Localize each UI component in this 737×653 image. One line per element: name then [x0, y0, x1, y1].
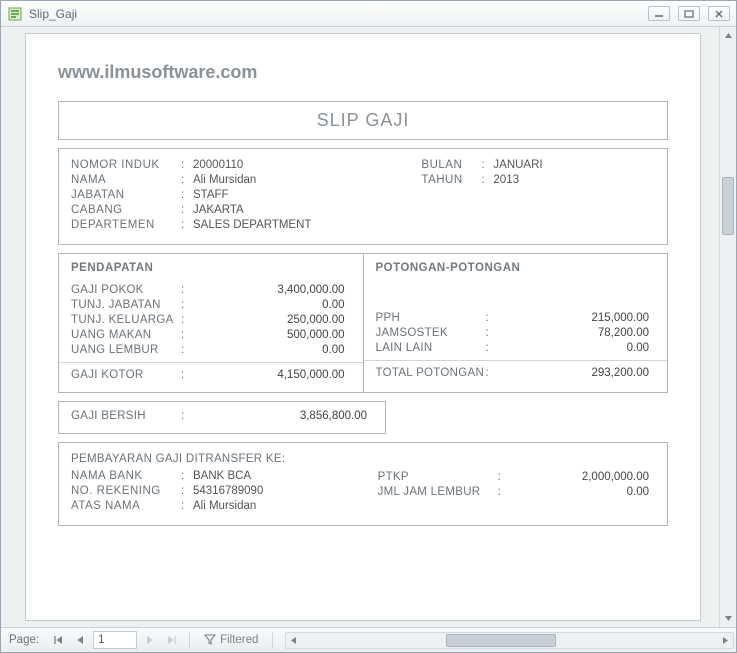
scroll-down-icon[interactable] [722, 611, 734, 626]
value-cabang: JAKARTA [193, 204, 244, 216]
report-title: SLIP GAJI [58, 101, 668, 140]
scroll-left-icon[interactable] [286, 633, 301, 648]
page-label: Page: [3, 634, 45, 646]
label-gaji-bersih: GAJI BERSIH [71, 410, 181, 422]
label-nama: NAMA [71, 174, 181, 186]
value-gaji-pokok: 3,400,000.00 [193, 284, 351, 296]
value-rekening: 54316789090 [193, 485, 263, 497]
value-total-potongan: 293,200.00 [498, 367, 656, 379]
divider [59, 362, 363, 363]
label-jabatan: JABATAN [71, 189, 181, 201]
value-uang-lembur: 0.00 [193, 344, 351, 356]
earnings-title: PENDAPATAN [71, 262, 351, 274]
label-jamsostek: JAMSOSTEK [376, 327, 486, 339]
value-nama: Ali Mursidan [193, 174, 256, 186]
value-jamsostek: 78,200.00 [498, 327, 656, 339]
next-page-button[interactable] [141, 631, 159, 649]
window-title: Slip_Gaji [29, 7, 642, 21]
status-bar: Page: Filtered [1, 628, 736, 652]
label-uang-makan: UANG MAKAN [71, 329, 181, 341]
report-page: www.ilmusoftware.com SLIP GAJI NOMOR IND… [25, 33, 701, 621]
prev-page-button[interactable] [71, 631, 89, 649]
page-number-input[interactable] [93, 631, 137, 649]
deductions-title: POTONGAN-POTONGAN [376, 262, 656, 274]
label-rekening: NO. REKENING [71, 485, 181, 497]
label-total-potongan: TOTAL POTONGAN [376, 367, 486, 379]
scroll-right-icon[interactable] [718, 633, 733, 648]
filter-label: Filtered [220, 634, 258, 646]
value-lain-lain: 0.00 [498, 342, 656, 354]
label-jml-jam-lembur: JML JAM LEMBUR [378, 486, 498, 498]
value-uang-makan: 500,000.00 [193, 329, 351, 341]
net-salary-box: GAJI BERSIH:3,856,800.00 [58, 401, 386, 434]
first-page-button[interactable] [49, 631, 67, 649]
document-area: www.ilmusoftware.com SLIP GAJI NOMOR IND… [1, 27, 736, 628]
label-departemen: DEPARTEMEN [71, 219, 181, 231]
filter-button[interactable]: Filtered [198, 631, 264, 649]
value-tunj-keluarga: 250,000.00 [193, 314, 351, 326]
value-bank: BANK BCA [193, 470, 251, 482]
value-pph: 215,000.00 [498, 312, 656, 324]
close-button[interactable] [708, 6, 730, 21]
label-atas-nama: ATAS NAMA [71, 500, 181, 512]
label-tahun: TAHUN [421, 174, 481, 186]
value-gaji-bersih: 3,856,800.00 [193, 410, 373, 422]
label-pph: PPH [376, 312, 486, 324]
document-viewport: www.ilmusoftware.com SLIP GAJI NOMOR IND… [1, 27, 719, 627]
label-uang-lembur: UANG LEMBUR [71, 344, 181, 356]
label-cabang: CABANG [71, 204, 181, 216]
earnings-deductions-box: PENDAPATAN GAJI POKOK:3,400,000.00 TUNJ.… [58, 253, 668, 393]
minimize-button[interactable] [648, 6, 670, 21]
label-gaji-kotor: GAJI KOTOR [71, 369, 181, 381]
value-ptkp: 2,000,000.00 [510, 471, 655, 483]
label-bank: NAMA BANK [71, 470, 181, 482]
divider [364, 360, 668, 361]
employee-info-box: NOMOR INDUK:20000110 NAMA:Ali Mursidan J… [58, 148, 668, 245]
label-tunj-keluarga: TUNJ. KELUARGA [71, 314, 181, 326]
app-icon [7, 6, 23, 22]
earnings-column: PENDAPATAN GAJI POKOK:3,400,000.00 TUNJ.… [59, 254, 363, 392]
deductions-column: POTONGAN-POTONGAN PPH:215,000.00 JAMSOST… [363, 254, 668, 392]
last-page-button[interactable] [163, 631, 181, 649]
label-gaji-pokok: GAJI POKOK [71, 284, 181, 296]
filter-icon [204, 633, 216, 648]
value-tunj-jabatan: 0.00 [193, 299, 351, 311]
label-lain-lain: LAIN LAIN [376, 342, 486, 354]
scroll-up-icon[interactable] [722, 28, 734, 43]
maximize-button[interactable] [678, 6, 700, 21]
value-atas-nama: Ali Mursidan [193, 500, 256, 512]
value-gaji-kotor: 4,150,000.00 [193, 369, 351, 381]
website-text: www.ilmusoftware.com [58, 62, 668, 83]
payment-heading: PEMBAYARAN GAJI DITRANSFER KE: [71, 453, 378, 465]
value-tahun: 2013 [493, 174, 519, 186]
label-ptkp: PTKP [378, 471, 498, 483]
vertical-scrollbar[interactable] [719, 27, 736, 627]
label-bulan: BULAN [421, 159, 481, 171]
value-jabatan: STAFF [193, 189, 229, 201]
value-bulan: JANUARI [493, 159, 542, 171]
horizontal-scrollbar[interactable] [285, 632, 734, 649]
label-nomor-induk: NOMOR INDUK [71, 159, 181, 171]
titlebar: Slip_Gaji [1, 1, 736, 27]
report-window: Slip_Gaji www.ilmusoftware.com SLIP GAJI… [0, 0, 737, 653]
value-departemen: SALES DEPARTMENT [193, 219, 311, 231]
label-tunj-jabatan: TUNJ. JABATAN [71, 299, 181, 311]
scroll-thumb[interactable] [446, 634, 556, 647]
value-nomor-induk: 20000110 [193, 159, 243, 171]
value-jml-jam-lembur: 0.00 [510, 486, 655, 498]
scroll-thumb[interactable] [722, 177, 734, 235]
payment-box: PEMBAYARAN GAJI DITRANSFER KE: NAMA BANK… [58, 442, 668, 526]
